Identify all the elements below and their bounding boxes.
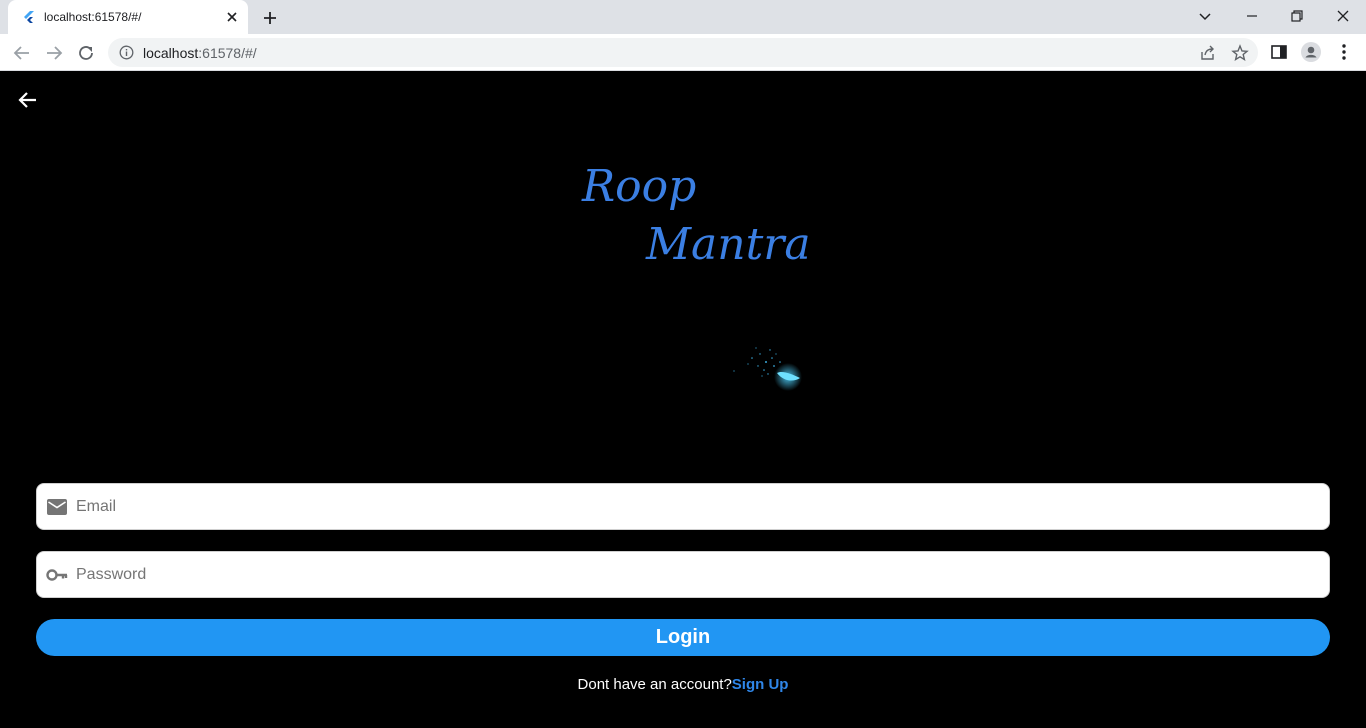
- close-window-icon[interactable]: [1331, 5, 1355, 27]
- share-icon[interactable]: [1199, 44, 1217, 62]
- browser-toolbar: localhost:61578/#/: [0, 34, 1366, 71]
- minimize-icon[interactable]: [1240, 5, 1264, 27]
- url-path: :61578/#/: [198, 45, 257, 61]
- side-panel-icon[interactable]: [1269, 42, 1289, 62]
- url-host: localhost: [143, 45, 199, 61]
- back-arrow-icon[interactable]: [16, 88, 40, 112]
- address-bar[interactable]: localhost:61578/#/: [108, 38, 1258, 67]
- url-text[interactable]: localhost:61578/#/: [143, 45, 257, 61]
- new-tab-icon[interactable]: [260, 8, 280, 28]
- flutter-favicon-icon: [24, 11, 34, 23]
- mail-icon: [47, 499, 67, 515]
- brand-logo: Roop Mantra: [580, 161, 811, 291]
- close-tab-icon[interactable]: [224, 9, 240, 25]
- back-nav-icon[interactable]: [11, 42, 33, 64]
- tab-title: localhost:61578/#/: [44, 10, 142, 24]
- browser-tab-strip: localhost:61578/#/: [0, 0, 1366, 34]
- restore-icon[interactable]: [1285, 5, 1309, 27]
- password-field[interactable]: [36, 551, 1330, 598]
- login-button[interactable]: Login: [36, 619, 1330, 656]
- brand-name-line2: Mantra: [646, 219, 811, 270]
- signup-prompt-text: Dont have an account?: [577, 676, 732, 693]
- key-icon: [46, 569, 68, 581]
- email-field[interactable]: [36, 483, 1330, 530]
- profile-avatar-icon[interactable]: [1301, 42, 1321, 62]
- sparkle-feather-icon: [733, 347, 802, 391]
- site-info-icon[interactable]: [119, 45, 134, 60]
- browser-tab[interactable]: localhost:61578/#/: [8, 0, 248, 34]
- sign-up-link[interactable]: Sign Up: [732, 676, 789, 693]
- forward-nav-icon[interactable]: [43, 42, 65, 64]
- email-input[interactable]: [76, 484, 1316, 529]
- bookmark-star-icon[interactable]: [1231, 44, 1249, 62]
- browser-menu-icon[interactable]: [1334, 42, 1354, 62]
- reload-icon[interactable]: [75, 42, 97, 64]
- tab-search-icon[interactable]: [1193, 5, 1217, 27]
- signup-prompt-row: Dont have an account?Sign Up: [0, 676, 1366, 693]
- login-screen: Roop Mantra Lo: [0, 71, 1366, 728]
- password-input[interactable]: [76, 552, 1316, 597]
- brand-name-line1: Roop: [582, 161, 697, 212]
